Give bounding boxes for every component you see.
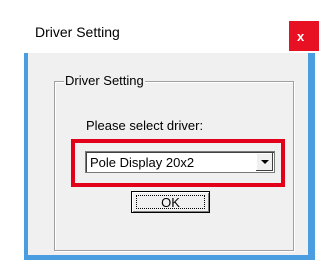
groupbox-label: Driver Setting xyxy=(64,73,145,88)
driver-setting-groupbox: Driver Setting Please select driver: Pol… xyxy=(54,73,294,251)
ok-button[interactable]: OK xyxy=(131,191,210,213)
title-bar: Driver Setting x xyxy=(24,6,319,53)
close-icon: x xyxy=(297,28,305,44)
driver-setting-dialog: Driver Setting x Driver Setting Please s… xyxy=(24,6,319,260)
chevron-down-icon xyxy=(260,160,269,164)
ok-button-label: OK xyxy=(161,194,180,210)
driver-select[interactable]: Pole Display 20x2 xyxy=(85,151,275,173)
driver-select-value: Pole Display 20x2 xyxy=(90,155,195,170)
select-driver-prompt: Please select driver: xyxy=(86,118,204,133)
close-button[interactable]: x xyxy=(289,21,319,51)
driver-select-dropdown-button[interactable] xyxy=(255,153,273,171)
window-title: Driver Setting xyxy=(35,24,120,40)
dialog-client-area: Driver Setting Please select driver: Pol… xyxy=(28,53,308,255)
